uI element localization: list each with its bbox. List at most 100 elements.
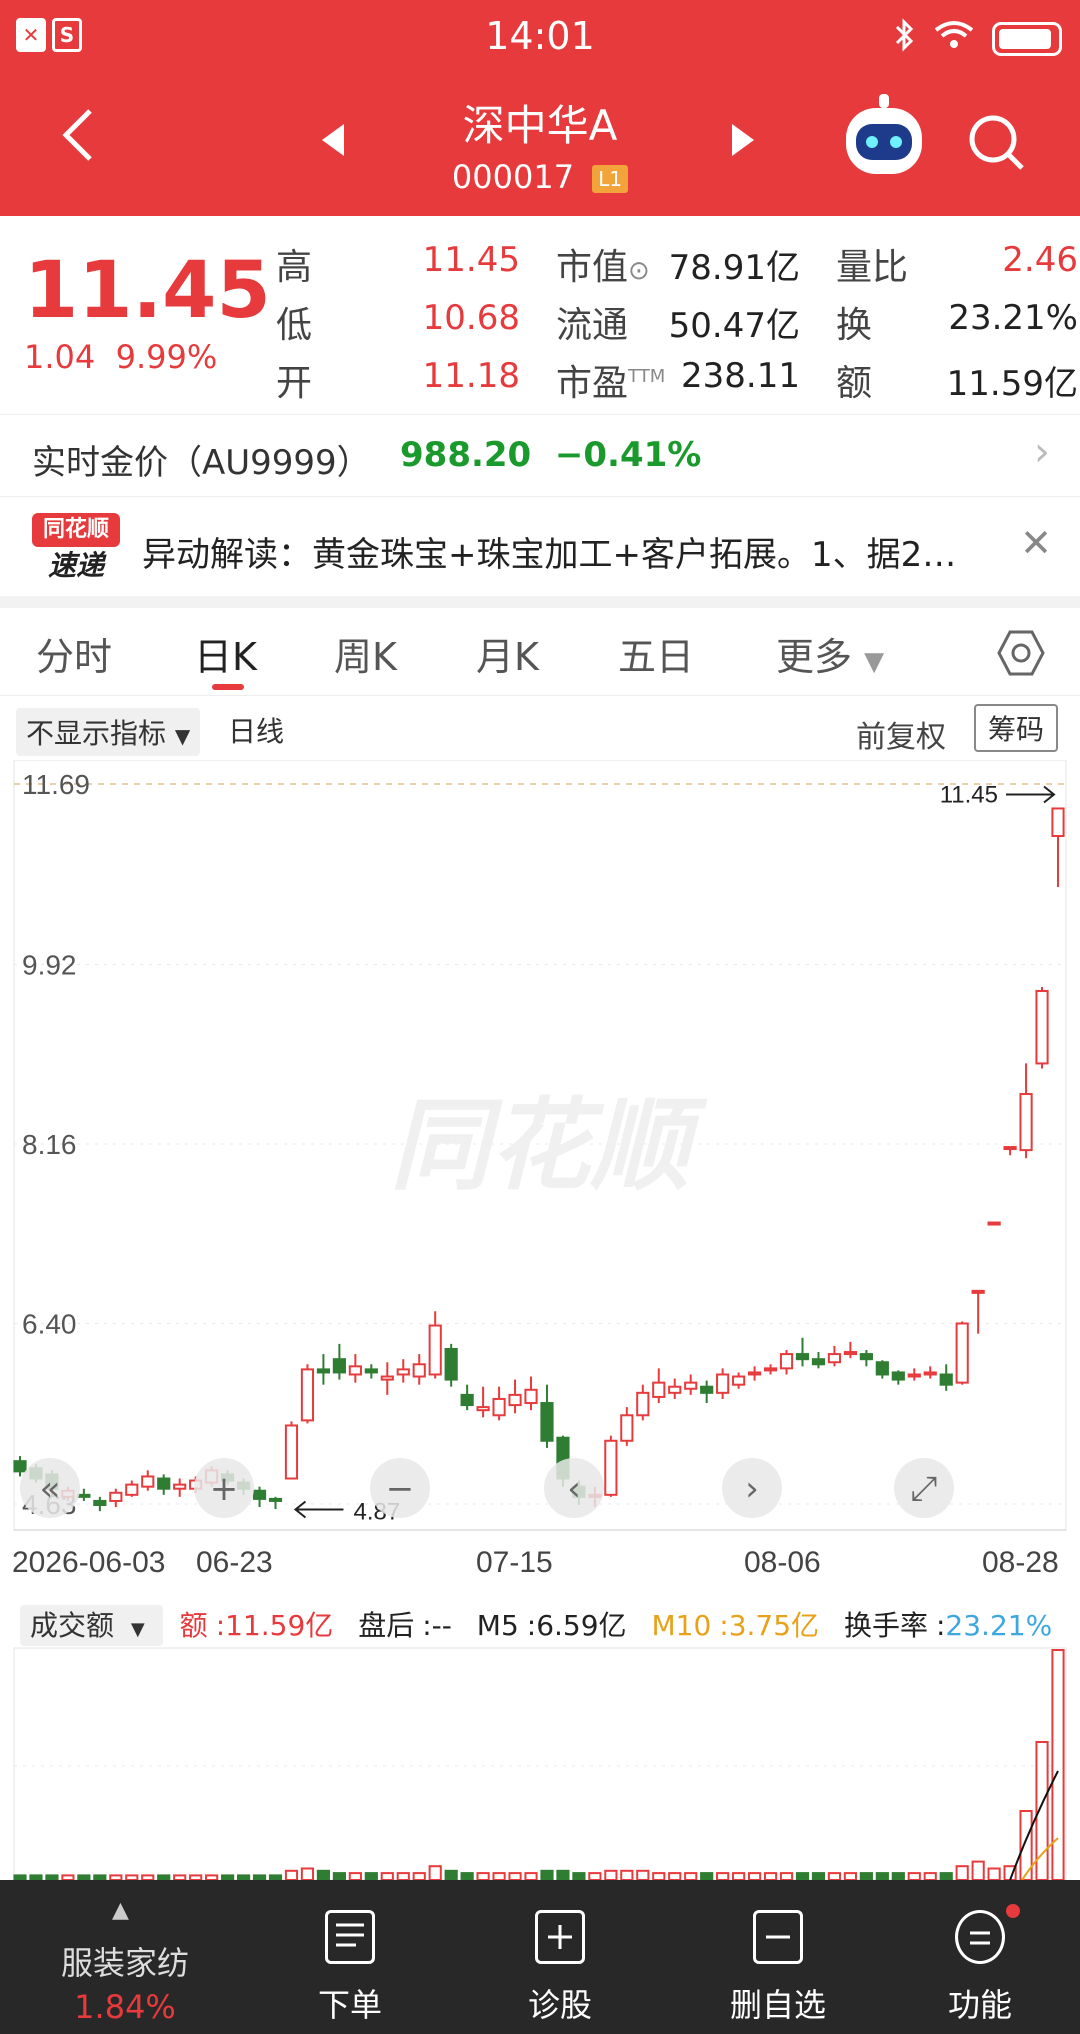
candle-body (827, 1353, 842, 1364)
volume-bar (396, 1872, 410, 1880)
candle-body (173, 1483, 187, 1490)
volume-bar (508, 1872, 522, 1880)
amount-value: 11.59亿 (946, 364, 1078, 404)
app-header: ✕ S 14:01 深中华A 000017 L1 (0, 0, 1080, 216)
tab-intraday[interactable]: 分时 (36, 626, 112, 681)
volume-bar (572, 1872, 586, 1880)
candle-body (955, 1322, 969, 1384)
battery-icon (992, 22, 1062, 56)
candle-body (412, 1363, 426, 1378)
quote-panel: 11.45 1.04 9.99% 高 11.45 低 10.68 开 11.18… (0, 216, 1080, 414)
sector-item[interactable]: ▲ 服装家纺 1.84% (0, 1880, 250, 2034)
open-value: 11.18 (422, 356, 520, 396)
dropdown-arrow-icon: ▼ (864, 647, 885, 677)
search-icon[interactable] (966, 112, 1026, 172)
notification-dot (1006, 1904, 1020, 1918)
volume-bar (316, 1869, 331, 1880)
gold-price-value: 988.20 −0.41% (400, 435, 702, 475)
gold-price-row[interactable]: 实时金价（AU9999） 988.20 −0.41% › (0, 414, 1080, 494)
volume-bar (1051, 1649, 1065, 1880)
candle-body (987, 1221, 1001, 1226)
max-price-label: 11.45 (940, 781, 998, 808)
candle-body (604, 1439, 618, 1496)
tab-more[interactable]: 更多 ▼ (776, 626, 884, 681)
float-cap-value: 50.47亿 (668, 306, 800, 346)
candle-body (843, 1351, 857, 1356)
candle-body (811, 1358, 826, 1366)
indicator-select[interactable]: 不显示指标 ▼ (16, 708, 201, 756)
adjust-mode[interactable]: 前复权 (856, 712, 946, 756)
volume-bar (412, 1872, 426, 1880)
news-flash-row[interactable]: 同花顺 速递 异动解读：黄金珠宝+珠宝加工+客户拓展。1、据2… ✕ (0, 496, 1080, 596)
news-text: 异动解读：黄金珠宝+珠宝加工+客户拓展。1、据2… (142, 535, 957, 575)
tab-five-day[interactable]: 五日 (618, 626, 694, 681)
candle-body (252, 1489, 267, 1500)
y-tick-label: 11.69 (22, 769, 90, 800)
high-label: 高 (276, 247, 313, 288)
zoom-first-icon-glyph: « (40, 1469, 61, 1509)
candle-body (77, 1493, 91, 1498)
candle-body (747, 1371, 762, 1376)
y-tick-label: 8.16 (22, 1129, 77, 1160)
volume-bar (428, 1865, 442, 1880)
candle-body (396, 1368, 410, 1376)
ai-assistant-robot-icon[interactable] (846, 94, 922, 174)
high-value: 11.45 (422, 240, 520, 280)
candle-body (141, 1475, 155, 1488)
remove-watchlist-button[interactable]: 删自选 (688, 1880, 868, 2034)
candle-body (923, 1371, 937, 1376)
status-right-icons (894, 18, 1062, 60)
volume-bar (476, 1872, 490, 1880)
volume-bar (284, 1869, 299, 1880)
current-price: 11.45 (24, 246, 271, 336)
chart-period-tabs: 分时 日K 周K 月K 五日 更多 ▼ (0, 608, 1080, 696)
volume-bar (652, 1872, 666, 1880)
y-tick-label: 6.40 (22, 1308, 77, 1339)
candle-body (652, 1381, 666, 1398)
volume-bar (779, 1872, 794, 1880)
volume-bar (300, 1867, 315, 1880)
volume-frame (13, 1647, 1067, 1880)
candle-body (700, 1385, 714, 1394)
volume-ratio-value: 2.46 (1002, 240, 1078, 280)
candle-body (125, 1483, 139, 1496)
change-percent: 9.99% (115, 338, 218, 376)
volume-bar (811, 1872, 826, 1880)
volume-bar (460, 1872, 474, 1880)
candle-body (93, 1499, 107, 1507)
volume-bar (684, 1872, 698, 1880)
candlestick-chart[interactable]: 11.699.928.166.404.63同花顺11.454.87«+−‹›⤢2… (0, 759, 1080, 1579)
x-tick-label: 08-06 (744, 1546, 821, 1579)
tab-weekly-k[interactable]: 周K (334, 626, 397, 681)
candle-body (684, 1381, 698, 1390)
volume-bar (939, 1872, 953, 1880)
pe-value: 238.11 (681, 356, 800, 396)
stock-code: 000017 (451, 158, 575, 196)
chart-settings-icon[interactable] (996, 628, 1046, 678)
watermark: 同花顺 (390, 1087, 708, 1204)
tab-daily-k[interactable]: 日K (194, 626, 257, 681)
close-icon[interactable]: ✕ (1020, 521, 1052, 565)
candle-body (428, 1324, 442, 1376)
candle-body (540, 1402, 554, 1442)
next-stock-button[interactable] (730, 122, 756, 167)
functions-button[interactable]: 功能 (900, 1880, 1060, 2034)
volume-bar (588, 1872, 602, 1880)
diagnose-button[interactable]: 诊股 (480, 1880, 640, 2034)
volume-bar (364, 1872, 378, 1880)
low-label: 低 (276, 305, 313, 346)
candle-body (1003, 1146, 1017, 1151)
bottom-nav: ▲ 服装家纺 1.84% 下单 诊股 删自选 功能 (0, 1880, 1080, 2034)
tab-monthly-k[interactable]: 月K (476, 626, 539, 681)
turnover-label: 换 (836, 305, 873, 346)
volume-bar (747, 1872, 762, 1880)
low-value: 10.68 (422, 298, 520, 338)
volume-ratio-label: 量比 (836, 247, 909, 288)
order-button[interactable]: 下单 (270, 1880, 430, 2034)
volume-bar (987, 1867, 1001, 1880)
stock-code-row: 000017 L1 (0, 158, 1080, 196)
candle-body (939, 1373, 953, 1386)
volume-bar (668, 1872, 682, 1880)
bluetooth-icon (894, 18, 916, 60)
chip-distribution-button[interactable]: 筹码 (974, 704, 1059, 752)
